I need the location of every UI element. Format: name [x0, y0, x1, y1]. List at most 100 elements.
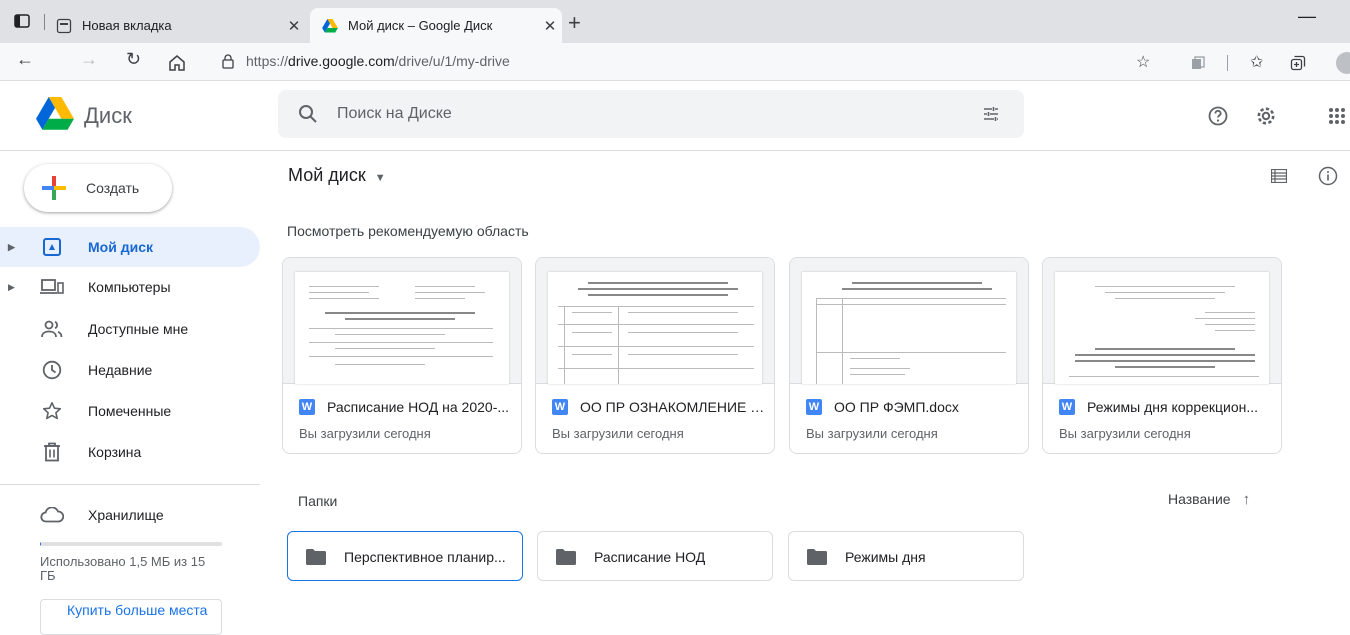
home-icon[interactable]	[168, 54, 186, 71]
back-icon[interactable]: ←	[16, 49, 34, 70]
toolbar-separator	[1227, 55, 1228, 71]
search-options-icon[interactable]	[982, 105, 1000, 123]
storage-progress-fill	[40, 542, 41, 546]
lock-icon[interactable]	[222, 54, 234, 69]
folder-icon	[807, 549, 827, 565]
folders-section-title: Папки	[298, 493, 338, 509]
url-field[interactable]: https://drive.google.com/drive/u/1/my-dr…	[246, 53, 510, 69]
new-tab-page-icon	[56, 18, 72, 33]
search-placeholder: Поиск на Диске	[337, 105, 452, 122]
url-prefix: https://	[246, 53, 289, 69]
main-content: Мой диск ▼ Посмотреть рекомендуемую обла…	[260, 151, 1350, 634]
folder-name: Расписание НОД	[594, 549, 706, 565]
page-title[interactable]: Мой диск ▼	[288, 165, 386, 186]
profile-avatar[interactable]	[1336, 52, 1350, 74]
caret-down-icon[interactable]: ▼	[375, 172, 386, 184]
url-path: /drive/u/1/my-drive	[394, 53, 510, 69]
page-title-text: Мой диск	[288, 165, 366, 185]
collections-icon[interactable]	[1290, 55, 1306, 71]
sidebar-item-storage[interactable]: Хранилище	[0, 495, 260, 535]
file-name: Режимы дня коррекцион...	[1087, 399, 1259, 415]
file-subtitle: Вы загрузили сегодня	[806, 426, 938, 441]
expand-arrow-icon[interactable]: ▶	[8, 282, 15, 293]
sidebar-item-computers[interactable]: ▶ Компьютеры	[0, 267, 260, 307]
word-file-icon: W	[552, 399, 568, 415]
list-view-icon[interactable]	[1271, 169, 1287, 183]
cloud-icon	[40, 503, 64, 527]
search-box[interactable]: Поиск на Диске	[278, 90, 1024, 138]
close-tab-icon[interactable]: ✕	[282, 17, 306, 35]
create-button[interactable]: Создать	[24, 164, 172, 212]
sort-by-name-button[interactable]: Название ↑	[1168, 491, 1250, 508]
file-name: Расписание НОД на 2020-...	[327, 399, 510, 415]
add-favorite-icon[interactable]: ☆	[1136, 52, 1150, 72]
minimize-icon[interactable]: —	[1298, 6, 1316, 27]
info-icon[interactable]	[1318, 166, 1338, 186]
app-name[interactable]: Диск	[84, 103, 132, 129]
google-drive-favicon-icon	[322, 18, 338, 32]
browser-tab-bar: Новая вкладка ✕ Мой диск – Google Диск ✕…	[0, 0, 1350, 43]
folder-name: Перспективное планир...	[344, 549, 506, 565]
sidebar-item-my-drive[interactable]: ▶ Мой диск	[0, 227, 260, 267]
sidebar-item-shared[interactable]: Доступные мне	[0, 309, 260, 349]
tab-title: Новая вкладка	[82, 18, 172, 33]
file-thumbnail	[536, 258, 774, 384]
file-card[interactable]: W Режимы дня коррекцион... Вы загрузили …	[1042, 257, 1282, 454]
tab-title: Мой диск – Google Диск	[348, 18, 493, 33]
storage-progress-bar	[40, 542, 222, 546]
clock-icon	[40, 358, 64, 382]
file-name: ОО ПР ФЭМП.docx	[834, 399, 959, 415]
sidebar-divider	[0, 484, 260, 485]
sidebar-item-recent[interactable]: Недавние	[0, 350, 260, 390]
file-thumbnail	[1043, 258, 1281, 384]
storage-usage-text: Использовано 1,5 МБ из 15 ГБ	[40, 554, 206, 583]
document-preview	[295, 272, 509, 384]
apps-grid-icon[interactable]	[1328, 107, 1346, 125]
sidebar-item-label: Помеченные	[88, 403, 172, 419]
file-name: ОО ПР ОЗНАКОМЛЕНИЕ С...	[580, 399, 766, 415]
extension-icon[interactable]	[1190, 55, 1206, 71]
search-icon[interactable]	[298, 104, 318, 124]
browser-tab-new[interactable]: Новая вкладка ✕	[56, 8, 306, 43]
buy-storage-button[interactable]: Купить больше места	[40, 599, 222, 635]
new-tab-button[interactable]: +	[568, 10, 581, 36]
forward-icon[interactable]: →	[80, 49, 98, 70]
file-subtitle: Вы загрузили сегодня	[299, 426, 431, 441]
document-preview	[548, 272, 762, 384]
file-card[interactable]: W ОО ПР ФЭМП.docx Вы загрузили сегодня	[789, 257, 1029, 454]
file-thumbnail	[790, 258, 1028, 384]
sidebar-item-label: Компьютеры	[88, 279, 171, 295]
tab-separator	[44, 14, 45, 30]
folder-name: Режимы дня	[845, 549, 926, 565]
sidebar-item-starred[interactable]: Помеченные	[0, 391, 260, 431]
address-bar-row: ← → ↻ https://drive.google.com/drive/u/1…	[0, 43, 1350, 81]
file-card[interactable]: W ОО ПР ОЗНАКОМЛЕНИЕ С... Вы загрузили с…	[535, 257, 775, 454]
settings-gear-icon[interactable]	[1255, 105, 1277, 127]
folder-item[interactable]: Расписание НОД	[537, 531, 773, 581]
sort-ascending-arrow-icon[interactable]: ↑	[1243, 491, 1251, 508]
suggested-section-title[interactable]: Посмотреть рекомендуемую область	[287, 223, 529, 239]
favorites-icon[interactable]: ✩	[1250, 52, 1263, 72]
help-icon[interactable]	[1208, 106, 1228, 126]
folder-icon	[306, 549, 326, 565]
folder-item[interactable]: Режимы дня	[788, 531, 1024, 581]
star-icon	[40, 399, 64, 423]
file-subtitle: Вы загрузили сегодня	[1059, 426, 1191, 441]
folder-item[interactable]: Перспективное планир...	[287, 531, 523, 581]
file-thumbnail	[283, 258, 521, 384]
my-drive-icon	[40, 235, 64, 259]
sidebar-item-label: Доступные мне	[88, 321, 189, 337]
sort-label: Название	[1168, 491, 1231, 507]
file-card[interactable]: W Расписание НОД на 2020-... Вы загрузил…	[282, 257, 522, 454]
google-drive-logo-icon[interactable]	[36, 97, 74, 131]
file-subtitle: Вы загрузили сегодня	[552, 426, 684, 441]
expand-arrow-icon[interactable]: ▶	[8, 242, 15, 253]
sidebar-item-label: Недавние	[88, 362, 153, 378]
drive-header: Диск Поиск на Диске	[0, 81, 1350, 151]
sidebar-item-trash[interactable]: Корзина	[0, 432, 260, 472]
document-preview	[1055, 272, 1269, 384]
reload-icon[interactable]: ↻	[126, 49, 141, 70]
close-tab-icon[interactable]: ✕	[538, 17, 562, 35]
browser-tab-drive[interactable]: Мой диск – Google Диск ✕	[310, 8, 562, 43]
tab-actions-icon[interactable]	[14, 14, 30, 28]
